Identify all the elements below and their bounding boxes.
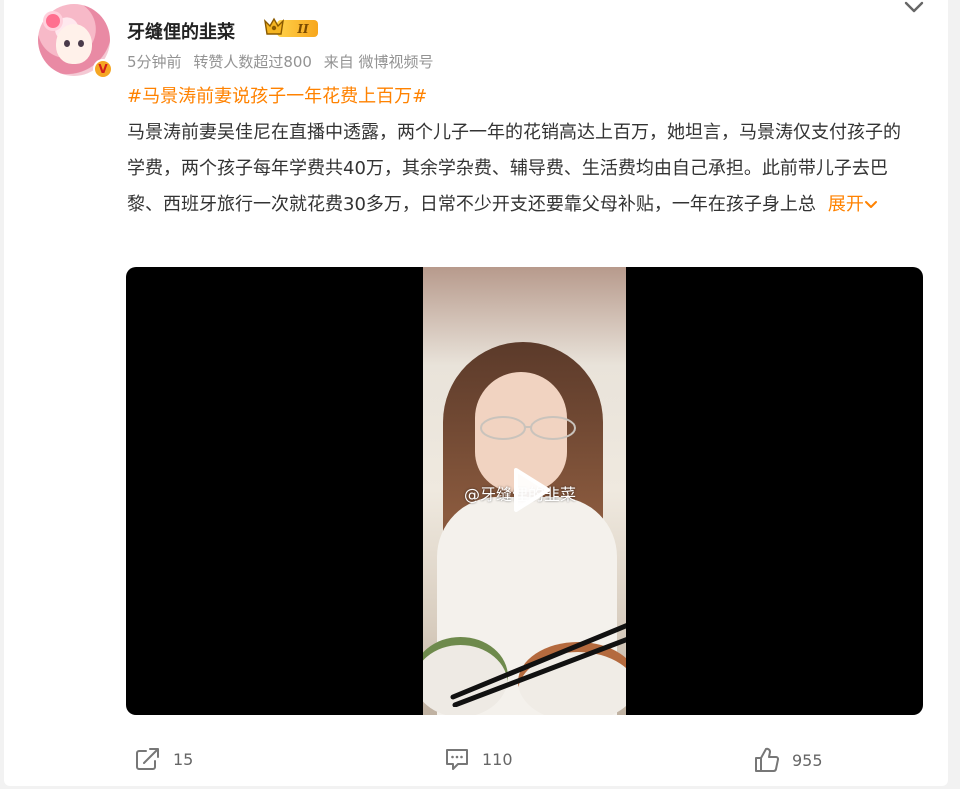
topic-hashtag-link[interactable]: #马景涛前妻说孩子一年花费上百万# [127,82,427,108]
avatar-flower-decoration [46,14,60,28]
post-meta: 5分钟前 转赞人数超过800 来自 微博视频号 [127,51,441,72]
chevron-down-icon[interactable] [903,0,925,14]
expand-label: 展开 [827,194,864,215]
post-body: 马景涛前妻吴佳尼在直播中透露，两个儿子一年的花销高达上百万，她坦言，马景涛仅支付… [127,115,917,223]
repost-count-note: 转赞人数超过800 [193,53,312,71]
video-chopsticks [450,623,626,707]
like-count: 955 [792,750,823,770]
avatar-eye-right [78,40,84,47]
comment-icon [446,749,468,770]
expand-chevron-icon [864,201,877,208]
rank-badge-label: II [296,22,309,36]
rank-badge-icon[interactable]: II [263,17,320,39]
avatar-eye-left [64,40,70,47]
comment-button[interactable]: 110 [444,747,513,771]
post-source[interactable]: 来自 微博视频号 [324,53,434,71]
comment-count: 110 [482,749,513,769]
share-count: 15 [173,749,194,769]
action-bar: 15 110 955 [4,744,948,774]
play-icon[interactable] [504,464,556,516]
post-time[interactable]: 5分钟前 [127,53,182,71]
post-body-text: 马景涛前妻吴佳尼在直播中透露，两个儿子一年的花销高达上百万，她坦言，马景涛仅支付… [127,122,901,215]
like-icon [755,747,780,772]
video-person-glasses [480,416,576,440]
video-player[interactable]: @牙缝俚的韭菜 [126,267,923,715]
like-button[interactable]: 955 [754,747,823,773]
share-button[interactable]: 15 [135,747,193,771]
verified-v-icon: V [93,59,113,79]
author-name[interactable]: 牙缝俚的韭菜 [127,18,235,44]
avatar-face [56,24,92,64]
share-icon [136,748,159,770]
expand-link[interactable]: 展开 [828,194,878,215]
weibo-post-card: V 牙缝俚的韭菜 II 5分钟前 转赞人数超过800 来自 微博视频号 #马景涛… [4,0,948,786]
